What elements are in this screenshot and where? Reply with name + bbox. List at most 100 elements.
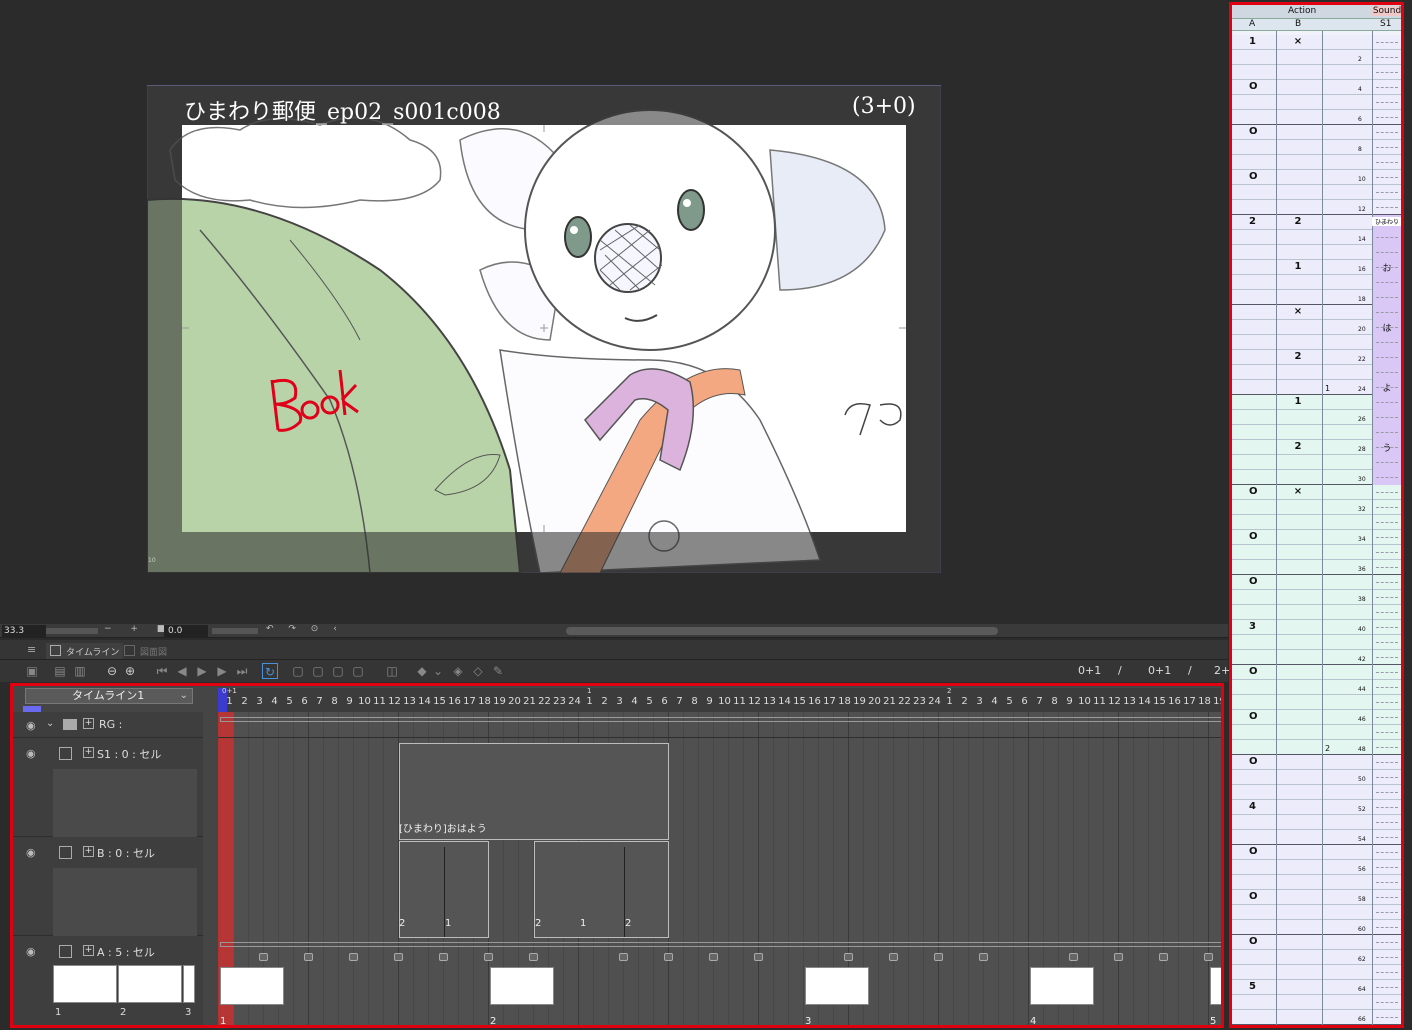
ruler-frame-number[interactable]: 11 [732, 696, 747, 707]
cel-thumbnail[interactable] [183, 965, 195, 1003]
ruler-frame-number[interactable]: 16 [807, 696, 822, 707]
layer-rg[interactable]: ◉ ⌄ + RG : [13, 712, 203, 738]
cel-thumbnail[interactable] [118, 965, 182, 1003]
ruler-frame-number[interactable]: 14 [777, 696, 792, 707]
keyframe-marker[interactable] [1159, 953, 1168, 961]
ruler-frame-number[interactable]: 6 [657, 696, 672, 707]
ruler-frame-number[interactable]: 3 [972, 696, 987, 707]
xsheet-cell-a[interactable]: O [1232, 530, 1276, 545]
keyframe-marker[interactable] [259, 953, 268, 961]
eye-icon[interactable]: ◉ [26, 945, 36, 958]
ruler-frame-number[interactable]: 8 [687, 696, 702, 707]
prev-frame-icon[interactable]: ◀ [174, 663, 190, 679]
ruler-frame-number[interactable]: 20 [507, 696, 522, 707]
timeline-select[interactable]: タイムライン1 ⌄ [25, 688, 193, 704]
ruler-frame-number[interactable]: 16 [1167, 696, 1182, 707]
keyframe-marker[interactable] [979, 953, 988, 961]
menu-icon[interactable]: ≡ [27, 643, 36, 656]
rotation-controls[interactable]: ↶ ↷ ⊙ ‹ [266, 624, 343, 634]
frame-settings-icon[interactable]: ▥ [72, 663, 88, 679]
keyframe-marker[interactable] [304, 953, 313, 961]
specify-cel-icon[interactable]: ▢ [310, 663, 326, 679]
ruler-frame-number[interactable]: 2 [597, 696, 612, 707]
expand-icon[interactable]: + [83, 846, 94, 857]
new-cel-icon[interactable]: ▢ [290, 663, 306, 679]
keyframe-marker[interactable] [664, 953, 673, 961]
eye-icon[interactable]: ◉ [26, 846, 36, 859]
rotation-value-field[interactable]: 0.0 [164, 625, 208, 637]
ruler-frame-number[interactable]: 22 [537, 696, 552, 707]
ruler-frame-number[interactable]: 23 [552, 696, 567, 707]
ruler-frame-number[interactable]: 10 [357, 696, 372, 707]
layer-b[interactable]: ◉ + B : 0 : セル [13, 838, 203, 936]
xsheet-cell-b[interactable]: × [1276, 485, 1320, 500]
onion-skin-icon[interactable]: ◫ [384, 663, 400, 679]
ruler-frame-number[interactable]: 15 [1152, 696, 1167, 707]
tab-second[interactable]: 図面図 [120, 643, 171, 659]
loop-icon[interactable]: ↻ [262, 663, 278, 679]
ruler-frame-number[interactable]: 8 [327, 696, 342, 707]
ruler-frame-number[interactable]: 9 [702, 696, 717, 707]
ruler-frame-number[interactable]: 18 [837, 696, 852, 707]
ruler-frame-number[interactable]: 3 [252, 696, 267, 707]
xsheet-cell-a[interactable]: 1 [1232, 35, 1276, 50]
cel-options-icon[interactable]: ▢ [350, 663, 366, 679]
ruler-frame-number[interactable]: 17 [822, 696, 837, 707]
ruler-frame-number[interactable]: 18 [1197, 696, 1212, 707]
ruler-frame-number[interactable]: 4 [627, 696, 642, 707]
zoom-out-icon[interactable]: ⊖ [104, 663, 120, 679]
frame-ruler[interactable]: 0+1 1 2 1 2 3 4 5 6 7 8 9 10 11 12 13 14 15 16 17 18 19 20 21 2… [218, 687, 1221, 712]
ruler-frame-number[interactable]: 2 [957, 696, 972, 707]
ruler-frame-number[interactable]: 24 [567, 696, 582, 707]
ruler-frame-number[interactable]: 7 [672, 696, 687, 707]
ruler-frame-number[interactable]: 7 [1032, 696, 1047, 707]
zoom-slider[interactable] [46, 628, 98, 634]
keyframe-marker[interactable] [934, 953, 943, 961]
cel-thumbnail[interactable] [1210, 967, 1221, 1005]
chevron-down-icon[interactable]: ⌄ [430, 663, 446, 679]
keyframe-marker[interactable] [394, 953, 403, 961]
xsheet-cell-a[interactable]: 2 [1232, 215, 1276, 230]
timeline-settings-icon[interactable]: ▤ [52, 663, 68, 679]
ruler-frame-number[interactable]: 5 [1002, 696, 1017, 707]
frames-grid[interactable]: [ひまわり]おはよう 2 1 2 1 2 1 2 3 4 5 [218, 712, 1221, 1025]
ruler-frame-number[interactable]: 18 [477, 696, 492, 707]
ruler-frame-number[interactable]: 13 [402, 696, 417, 707]
ruler-frame-number[interactable]: 21 [522, 696, 537, 707]
xsheet-cell-a[interactable]: O [1232, 890, 1276, 905]
next-frame-icon[interactable]: ▶ [214, 663, 230, 679]
xsheet-cell-a[interactable]: 5 [1232, 980, 1276, 995]
ruler-frame-number[interactable]: 13 [1122, 696, 1137, 707]
keyframe-marker[interactable] [709, 953, 718, 961]
xsheet-cell-a[interactable]: 3 [1232, 620, 1276, 635]
keyframe-marker[interactable] [844, 953, 853, 961]
last-frame-icon[interactable]: ⏭ [234, 663, 250, 679]
ruler-frame-number[interactable]: 21 [882, 696, 897, 707]
keyframe-marker[interactable] [1114, 953, 1123, 961]
ruler-frame-number[interactable]: 17 [462, 696, 477, 707]
keyframe-marker[interactable] [1069, 953, 1078, 961]
ruler-frame-number[interactable]: 14 [1137, 696, 1152, 707]
keyframe-marker[interactable] [439, 953, 448, 961]
xsheet-cell-a[interactable]: O [1232, 575, 1276, 590]
ruler-frame-number[interactable]: 10 [1077, 696, 1092, 707]
keyframe-marker[interactable] [529, 953, 538, 961]
expand-icon[interactable]: + [83, 718, 94, 729]
pen-icon[interactable]: ✎ [490, 663, 506, 679]
xsheet-cell-b[interactable]: 2 [1276, 350, 1320, 365]
b-cel-block[interactable] [534, 841, 669, 938]
ruler-frame-number[interactable]: 6 [297, 696, 312, 707]
ruler-frame-number[interactable]: 12 [747, 696, 762, 707]
ruler-frame-number[interactable]: 19 [852, 696, 867, 707]
horizontal-scrollbar[interactable] [566, 627, 998, 635]
xsheet-cell-a[interactable]: O [1232, 755, 1276, 770]
ruler-frame-number[interactable]: 2 [237, 696, 252, 707]
ruler-frame-number[interactable]: 14 [417, 696, 432, 707]
ruler-frame-number[interactable]: 11 [1092, 696, 1107, 707]
keyframe-marker[interactable] [1204, 953, 1213, 961]
ruler-frame-number[interactable]: 10 [717, 696, 732, 707]
ruler-frame-number[interactable]: 6 [1017, 696, 1032, 707]
keyframe-add-icon[interactable]: ◈ [450, 663, 466, 679]
ruler-frame-number[interactable]: 4 [267, 696, 282, 707]
ruler-frame-number[interactable]: 7 [312, 696, 327, 707]
